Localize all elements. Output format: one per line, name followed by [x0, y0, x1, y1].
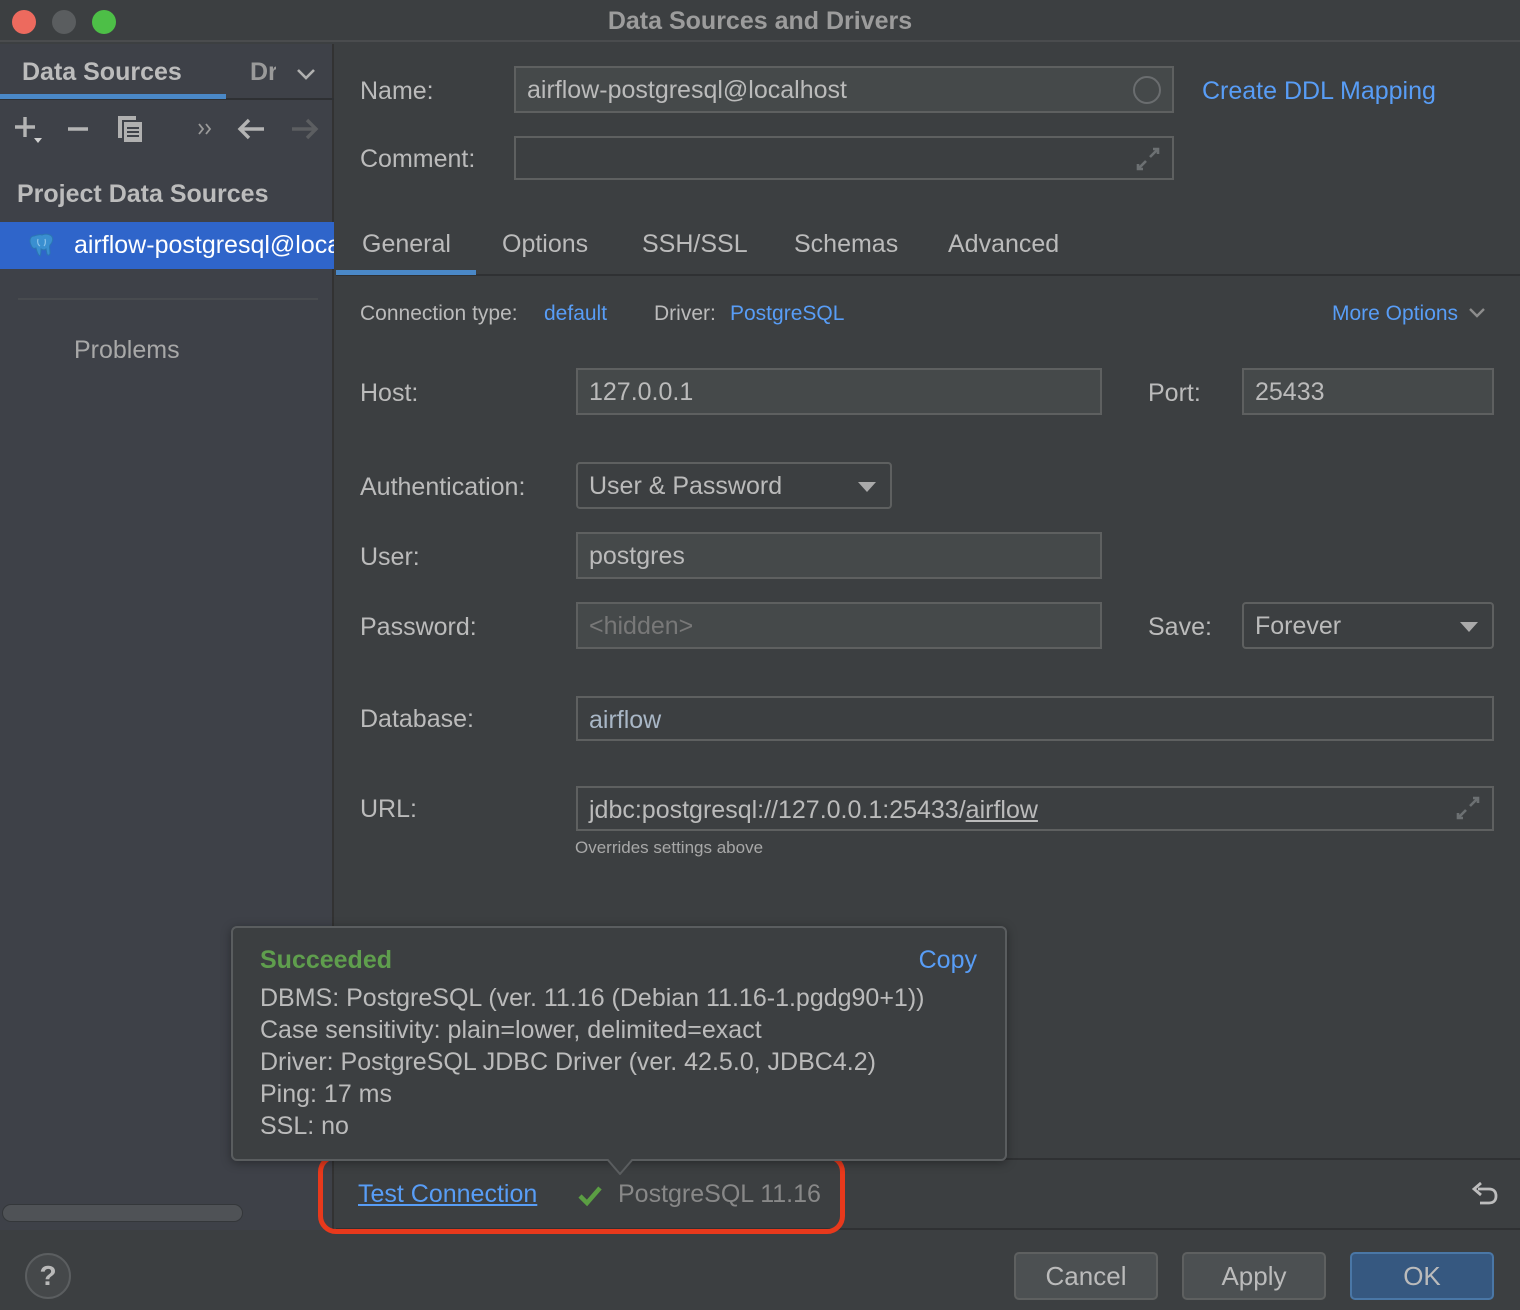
name-input[interactable]: airflow-postgresql@localhost: [514, 66, 1174, 113]
tab-advanced[interactable]: Advanced: [948, 230, 1059, 259]
popup-case-sensitivity-line: Case sensitivity: plain=lower, delimited…: [260, 1016, 762, 1044]
popup-pointer: [607, 1159, 633, 1175]
port-input[interactable]: 25433: [1242, 368, 1494, 415]
plus-icon: [15, 117, 42, 143]
tab-options[interactable]: Options: [502, 230, 588, 259]
connection-type-link[interactable]: default: [544, 302, 607, 326]
color-circle-icon[interactable]: [1132, 75, 1162, 105]
dropdown-arrow-icon: [1460, 622, 1478, 632]
port-label: Port:: [1148, 379, 1201, 407]
settings-tabs: General Options SSH/SSL Schemas Advanced: [336, 218, 1520, 276]
copy-link[interactable]: Copy: [919, 946, 977, 975]
duplicate-button[interactable]: [113, 112, 147, 146]
more-icon: [198, 123, 212, 135]
more-actions-button[interactable]: [188, 112, 222, 146]
title-bar: Data Sources and Drivers: [0, 0, 1520, 42]
data-source-item[interactable]: airflow-postgresql@localhost: [0, 222, 334, 269]
chevron-down-icon: [1469, 308, 1485, 318]
back-button[interactable]: [234, 112, 268, 146]
revert-icon[interactable]: [1470, 1180, 1500, 1210]
url-hint: Overrides settings above: [575, 838, 764, 857]
authentication-select[interactable]: User & Password: [576, 462, 892, 509]
connection-result-popup: Succeeded Copy DBMS: PostgreSQL (ver. 11…: [231, 926, 1007, 1175]
arrow-left-icon: [237, 118, 264, 140]
comment-label: Comment:: [360, 145, 476, 173]
expand-icon[interactable]: [1454, 794, 1482, 822]
project-data-sources-header: Project Data Sources: [17, 180, 269, 208]
data-source-label: airflow-postgresql@localhost: [74, 231, 334, 259]
dialog-footer: ? Cancel Apply OK: [0, 1232, 1520, 1310]
user-input[interactable]: postgres: [576, 532, 1102, 579]
authentication-value: User & Password: [589, 472, 783, 500]
forward-button[interactable]: [288, 112, 322, 146]
url-database: airflow: [965, 796, 1038, 824]
database-label: Database:: [360, 705, 474, 733]
url-label: URL:: [360, 795, 417, 823]
popup-ping-line: Ping: 17 ms: [260, 1080, 393, 1108]
host-input[interactable]: 127.0.0.1: [576, 368, 1102, 415]
name-label: Name:: [360, 77, 434, 105]
active-tab-indicator: [336, 270, 476, 275]
database-input[interactable]: airflow: [576, 696, 1494, 741]
url-prefix: jdbc:postgresql://127.0.0.1:25433/: [589, 796, 966, 824]
url-input[interactable]: jdbc:postgresql://127.0.0.1:25433/airflo…: [576, 786, 1494, 831]
tab-ssh-ssl[interactable]: SSH/SSL: [642, 230, 748, 259]
popup-driver-line: Driver: PostgreSQL JDBC Driver (ver. 42.…: [260, 1048, 876, 1076]
create-ddl-mapping-link[interactable]: Create DDL Mapping: [1202, 77, 1436, 106]
chevron-down-icon[interactable]: [294, 62, 318, 86]
password-label: Password:: [360, 613, 477, 641]
window-title: Data Sources and Drivers: [607, 7, 913, 35]
tab-data-sources[interactable]: Data Sources: [22, 58, 182, 87]
connection-type-label: Connection type:: [360, 302, 518, 325]
more-options-label: More Options: [1332, 302, 1459, 325]
authentication-label: Authentication:: [360, 473, 526, 501]
tab-schemas[interactable]: Schemas: [794, 230, 898, 259]
user-label: User:: [360, 543, 420, 571]
problems-item[interactable]: Problems: [74, 336, 180, 365]
save-select[interactable]: Forever: [1242, 602, 1494, 649]
postgresql-elephant-icon: [29, 233, 54, 257]
apply-button[interactable]: Apply: [1182, 1252, 1326, 1300]
sidebar-tabs: Data Sources Drivers: [0, 44, 334, 100]
popup-dbms-line: DBMS: PostgreSQL (ver. 11.16 (Debian 11.…: [260, 984, 925, 1012]
password-placeholder: <hidden>: [589, 612, 694, 640]
more-options-button[interactable]: More Options: [1332, 302, 1486, 326]
save-label: Save:: [1148, 613, 1212, 641]
arrow-right-icon: [292, 118, 319, 140]
minus-icon: [68, 127, 88, 131]
popup-ssl-line: SSL: no: [260, 1112, 349, 1140]
save-value: Forever: [1255, 612, 1342, 640]
driver-label: Driver:: [654, 302, 716, 325]
tab-drivers[interactable]: Drivers: [250, 58, 276, 87]
add-button[interactable]: [10, 112, 44, 146]
active-tab-indicator: [0, 94, 226, 99]
driver-link[interactable]: PostgreSQL: [730, 302, 844, 326]
highlight-annotation: [318, 1154, 845, 1234]
copy-icon: [118, 116, 142, 142]
status-succeeded: Succeeded: [260, 946, 393, 974]
name-value: airflow-postgresql@localhost: [527, 76, 847, 104]
expand-icon[interactable]: [1134, 145, 1162, 173]
comment-input[interactable]: [514, 136, 1174, 180]
horizontal-scrollbar[interactable]: [2, 1204, 243, 1222]
password-input[interactable]: <hidden>: [576, 602, 1102, 649]
sidebar-divider: [18, 298, 318, 300]
tab-general[interactable]: General: [362, 230, 451, 259]
help-button[interactable]: ?: [25, 1253, 71, 1299]
ok-button[interactable]: OK: [1350, 1252, 1494, 1300]
cancel-button[interactable]: Cancel: [1014, 1252, 1158, 1300]
sidebar-toolbar: [0, 104, 334, 154]
dropdown-arrow-icon: [858, 482, 876, 492]
remove-button[interactable]: [61, 112, 95, 146]
host-label: Host:: [360, 379, 419, 407]
